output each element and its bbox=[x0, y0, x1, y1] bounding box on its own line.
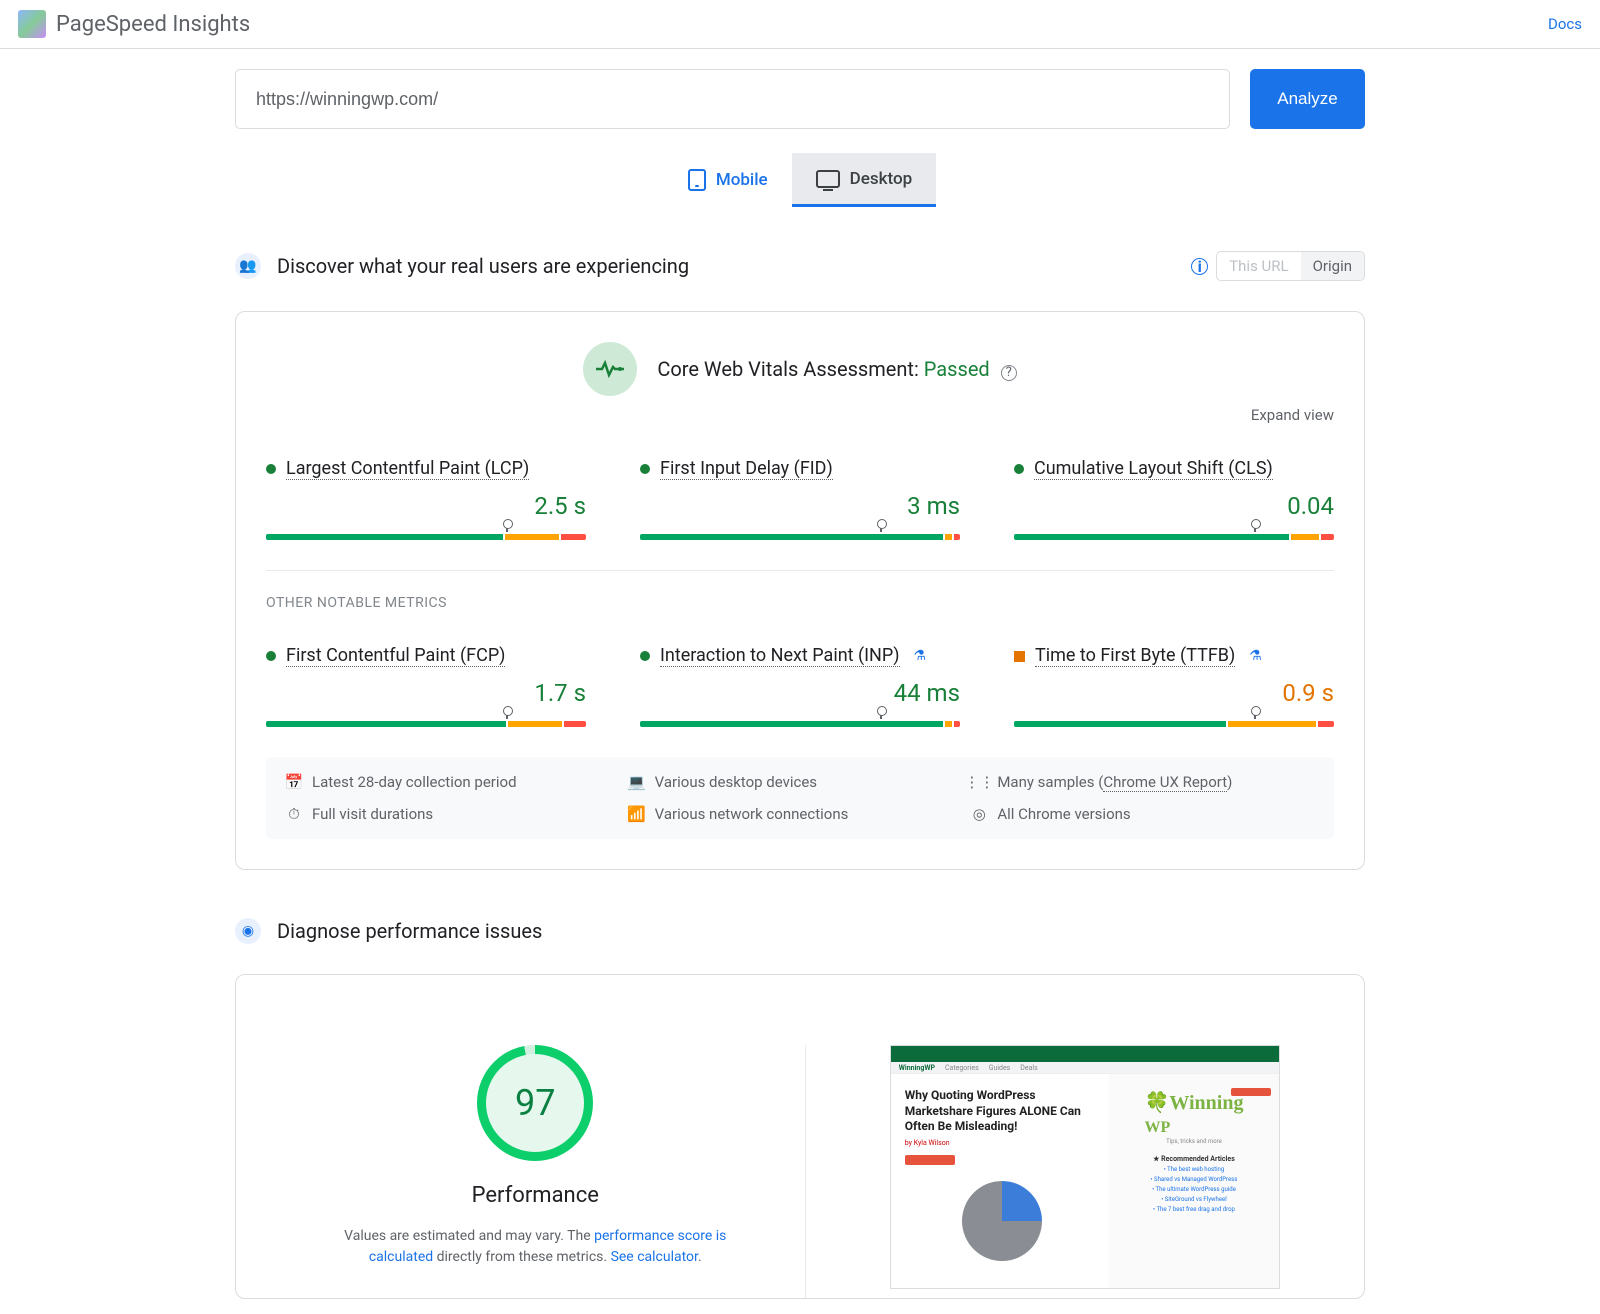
performance-score: 97 bbox=[486, 1054, 584, 1152]
diagnose-icon: ◉ bbox=[235, 918, 261, 944]
metric-lcp-name[interactable]: Largest Contentful Paint (LCP) bbox=[286, 458, 529, 480]
mobile-icon bbox=[688, 169, 706, 191]
screenshot-preview-col: WinningWPCategoriesGuidesDeals Why Quoti… bbox=[836, 1045, 1335, 1298]
cwv-pass-icon bbox=[583, 342, 637, 396]
metric-fid-name[interactable]: First Input Delay (FID) bbox=[660, 458, 833, 480]
metric-fcp-name[interactable]: First Contentful Paint (FCP) bbox=[286, 645, 505, 667]
chrome-icon: ◎ bbox=[971, 806, 987, 822]
metric-inp-bar bbox=[640, 721, 960, 727]
performance-gauge: 97 bbox=[477, 1045, 593, 1161]
metric-ttfb-name[interactable]: Time to First Byte (TTFB) bbox=[1035, 645, 1235, 667]
diagnose-title: Diagnose performance issues bbox=[277, 919, 542, 943]
url-row: Analyze bbox=[235, 69, 1365, 129]
device-tabs: Mobile Desktop bbox=[235, 153, 1365, 207]
performance-note: Values are estimated and may vary. The p… bbox=[315, 1226, 755, 1268]
info-network: 📶Various network connections bbox=[629, 805, 972, 823]
primary-metrics: Largest Contentful Paint (LCP) 2.5 s Fir… bbox=[266, 458, 1334, 540]
see-calculator-link[interactable]: See calculator bbox=[611, 1249, 698, 1265]
metric-cls: Cumulative Layout Shift (CLS) 0.04 bbox=[1014, 458, 1334, 540]
flask-icon: ⚗ bbox=[914, 648, 927, 664]
calendar-icon: 📅 bbox=[286, 774, 302, 790]
info-visits: ⏱Full visit durations bbox=[286, 805, 629, 823]
cwv-card: Core Web Vitals Assessment: Passed ? Exp… bbox=[235, 311, 1365, 870]
metric-fcp: First Contentful Paint (FCP) 1.7 s bbox=[266, 645, 586, 727]
samples-icon: ⋮⋮ bbox=[971, 774, 987, 790]
other-metrics-label: OTHER NOTABLE METRICS bbox=[266, 595, 1334, 611]
docs-link[interactable]: Docs bbox=[1548, 15, 1582, 33]
info-chrome: ◎All Chrome versions bbox=[971, 805, 1314, 823]
tab-mobile-label: Mobile bbox=[716, 170, 768, 190]
pie-chart-icon bbox=[962, 1181, 1042, 1261]
wp-logo: 🍀WinningWP bbox=[1144, 1090, 1243, 1138]
metric-cls-name[interactable]: Cumulative Layout Shift (CLS) bbox=[1034, 458, 1273, 480]
reco-heading: ★ Recommended Articles bbox=[1153, 1155, 1235, 1163]
cwv-banner: Core Web Vitals Assessment: Passed ? bbox=[266, 342, 1334, 396]
info-devices: 💻Various desktop devices bbox=[629, 773, 972, 791]
discover-icon: 👥 bbox=[235, 253, 261, 279]
metric-fcp-value: 1.7 s bbox=[266, 679, 586, 707]
preview-headline: Why Quoting WordPress Marketshare Figure… bbox=[905, 1088, 1099, 1135]
divider bbox=[266, 570, 1334, 571]
info-period: 📅Latest 28-day collection period bbox=[286, 773, 629, 791]
metric-inp-name[interactable]: Interaction to Next Paint (INP) bbox=[660, 645, 900, 667]
metric-inp: Interaction to Next Paint (INP) ⚗ 44 ms bbox=[640, 645, 960, 727]
bullet-icon bbox=[1014, 464, 1024, 474]
diagnose-card: 97 Performance Values are estimated and … bbox=[235, 974, 1365, 1299]
info-samples: ⋮⋮Many samples (Chrome UX Report) bbox=[971, 773, 1314, 791]
expand-view-link[interactable]: Expand view bbox=[266, 406, 1334, 424]
psi-logo-icon bbox=[18, 10, 46, 38]
metric-lcp-bar bbox=[266, 534, 586, 540]
info-icon[interactable]: i bbox=[1191, 258, 1208, 275]
devices-icon: 💻 bbox=[629, 774, 645, 790]
timer-icon: ⏱ bbox=[286, 806, 302, 822]
data-source-info: 📅Latest 28-day collection period 💻Variou… bbox=[266, 757, 1334, 839]
bullet-icon bbox=[266, 651, 276, 661]
metric-fid-value: 3 ms bbox=[640, 492, 960, 520]
metric-lcp: Largest Contentful Paint (LCP) 2.5 s bbox=[266, 458, 586, 540]
desktop-icon bbox=[816, 170, 840, 188]
discover-title: Discover what your real users are experi… bbox=[277, 254, 689, 278]
page-screenshot: WinningWPCategoriesGuidesDeals Why Quoti… bbox=[890, 1045, 1280, 1289]
flask-icon: ⚗ bbox=[1249, 648, 1262, 664]
url-input[interactable] bbox=[235, 69, 1230, 129]
cwv-status: Passed bbox=[924, 357, 990, 381]
tab-desktop-label: Desktop bbox=[850, 169, 912, 189]
performance-label: Performance bbox=[472, 1183, 599, 1208]
crux-link[interactable]: Chrome UX Report bbox=[1103, 773, 1227, 792]
metric-fcp-bar bbox=[266, 721, 586, 727]
other-metrics: First Contentful Paint (FCP) 1.7 s Inter… bbox=[266, 645, 1334, 727]
app-header: PageSpeed Insights Docs bbox=[0, 0, 1600, 49]
metric-cls-bar bbox=[1014, 534, 1334, 540]
section-diagnose-head: ◉ Diagnose performance issues bbox=[235, 918, 1365, 944]
metric-ttfb-bar bbox=[1014, 721, 1334, 727]
brand-title: PageSpeed Insights bbox=[56, 12, 250, 37]
performance-gauge-col: 97 Performance Values are estimated and … bbox=[266, 1045, 806, 1298]
cwv-text: Core Web Vitals Assessment: Passed ? bbox=[657, 357, 1016, 381]
bullet-icon bbox=[266, 464, 276, 474]
metric-inp-value: 44 ms bbox=[640, 679, 960, 707]
bullet-icon bbox=[640, 651, 650, 661]
cwv-label: Core Web Vitals Assessment: bbox=[657, 357, 923, 381]
seg-origin[interactable]: Origin bbox=[1301, 252, 1364, 280]
wifi-icon: 📶 bbox=[629, 806, 645, 822]
metric-lcp-value: 2.5 s bbox=[266, 492, 586, 520]
metric-ttfb: Time to First Byte (TTFB) ⚗ 0.9 s bbox=[1014, 645, 1334, 727]
bullet-icon bbox=[640, 464, 650, 474]
header-left: PageSpeed Insights bbox=[18, 10, 250, 38]
url-origin-toggle: This URL Origin bbox=[1216, 251, 1365, 281]
metric-fid: First Input Delay (FID) 3 ms bbox=[640, 458, 960, 540]
section-discover-head: 👥 Discover what your real users are expe… bbox=[235, 251, 1365, 281]
metric-cls-value: 0.04 bbox=[1014, 492, 1334, 520]
bullet-icon bbox=[1014, 651, 1025, 662]
help-icon[interactable]: ? bbox=[1001, 365, 1017, 381]
preview-byline: by Kyla Wilson bbox=[905, 1139, 1099, 1147]
metric-ttfb-value: 0.9 s bbox=[1014, 679, 1334, 707]
metric-fid-bar bbox=[640, 534, 960, 540]
tab-mobile[interactable]: Mobile bbox=[664, 153, 792, 207]
seg-this-url[interactable]: This URL bbox=[1217, 252, 1300, 280]
analyze-button[interactable]: Analyze bbox=[1250, 69, 1365, 129]
tab-desktop[interactable]: Desktop bbox=[792, 153, 936, 207]
